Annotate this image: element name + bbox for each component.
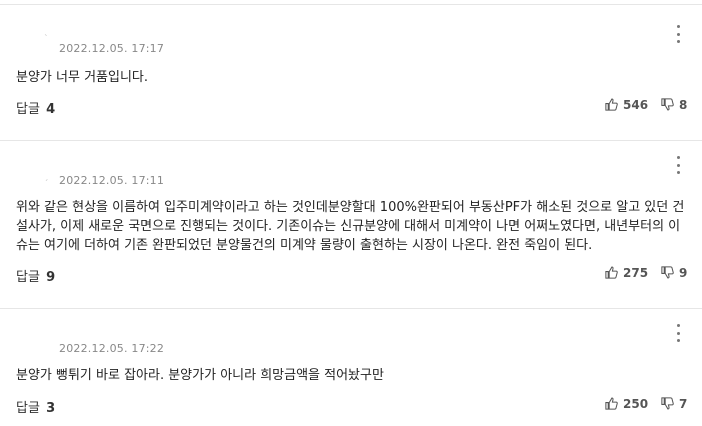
thumb-down-icon [661, 397, 674, 410]
comment-item: ˏ 2022.12.05. 17:11 위와 같은 현상을 이름하여 입주미계약… [0, 140, 702, 308]
like-count: 275 [623, 265, 649, 280]
thumb-down-icon [661, 98, 674, 111]
comment-text: 위와 같은 현상을 이름하여 입주미계약이라고 하는 것인데분양할대 100%완… [16, 200, 685, 253]
thumb-up-icon [605, 98, 618, 111]
reply-button[interactable]: 답글 4 [16, 98, 55, 117]
dislike-button[interactable]: 7 [660, 396, 687, 411]
comment-item: 2022.12.05. 17:22 분양가 뻥튀기 바로 잡아라. 분양가가 아… [0, 308, 702, 426]
dislike-button[interactable]: 9 [660, 265, 687, 280]
dislike-count: 7 [679, 396, 688, 411]
like-button[interactable]: 546 [604, 97, 648, 112]
user-mark-icon: ˏ [44, 172, 49, 182]
reply-button[interactable]: 답글 3 [16, 397, 55, 416]
reply-label: 답글 [16, 401, 40, 416]
thumb-up-icon [605, 397, 618, 410]
comment-text: 분양가 뻥튀기 바로 잡아라. 분양가가 아니라 희망금액을 적어놨구만 [16, 368, 384, 383]
comment-list: ˎ 2022.12.05. 17:17 분양가 너무 거품입니다. 답글 4 5… [0, 0, 702, 426]
thumb-up-icon [605, 266, 618, 279]
reply-label: 답글 [16, 270, 40, 285]
thumb-down-icon [661, 266, 674, 279]
like-count: 250 [623, 396, 649, 411]
comment-text: 분양가 너무 거품입니다. [16, 70, 148, 85]
reply-button[interactable]: 답글 9 [16, 266, 55, 285]
reply-label: 답글 [16, 102, 40, 117]
dislike-button[interactable]: 8 [660, 97, 687, 112]
like-button[interactable]: 250 [604, 396, 648, 411]
like-button[interactable]: 275 [604, 265, 648, 280]
dislike-count: 9 [679, 265, 688, 280]
more-options-button[interactable] [672, 324, 684, 342]
more-options-button[interactable] [672, 25, 684, 43]
reply-count: 4 [46, 102, 56, 117]
more-options-button[interactable] [672, 156, 684, 174]
comment-item: ˎ 2022.12.05. 17:17 분양가 너무 거품입니다. 답글 4 5… [0, 0, 702, 140]
like-count: 546 [623, 97, 649, 112]
dislike-count: 8 [679, 97, 688, 112]
comment-timestamp: 2022.12.05. 17:17 [59, 42, 165, 55]
user-mark-icon: ˎ [44, 27, 49, 37]
reply-count: 9 [46, 270, 56, 285]
reply-count: 3 [46, 401, 56, 416]
comment-timestamp: 2022.12.05. 17:22 [59, 342, 165, 355]
comment-timestamp: 2022.12.05. 17:11 [59, 174, 165, 187]
